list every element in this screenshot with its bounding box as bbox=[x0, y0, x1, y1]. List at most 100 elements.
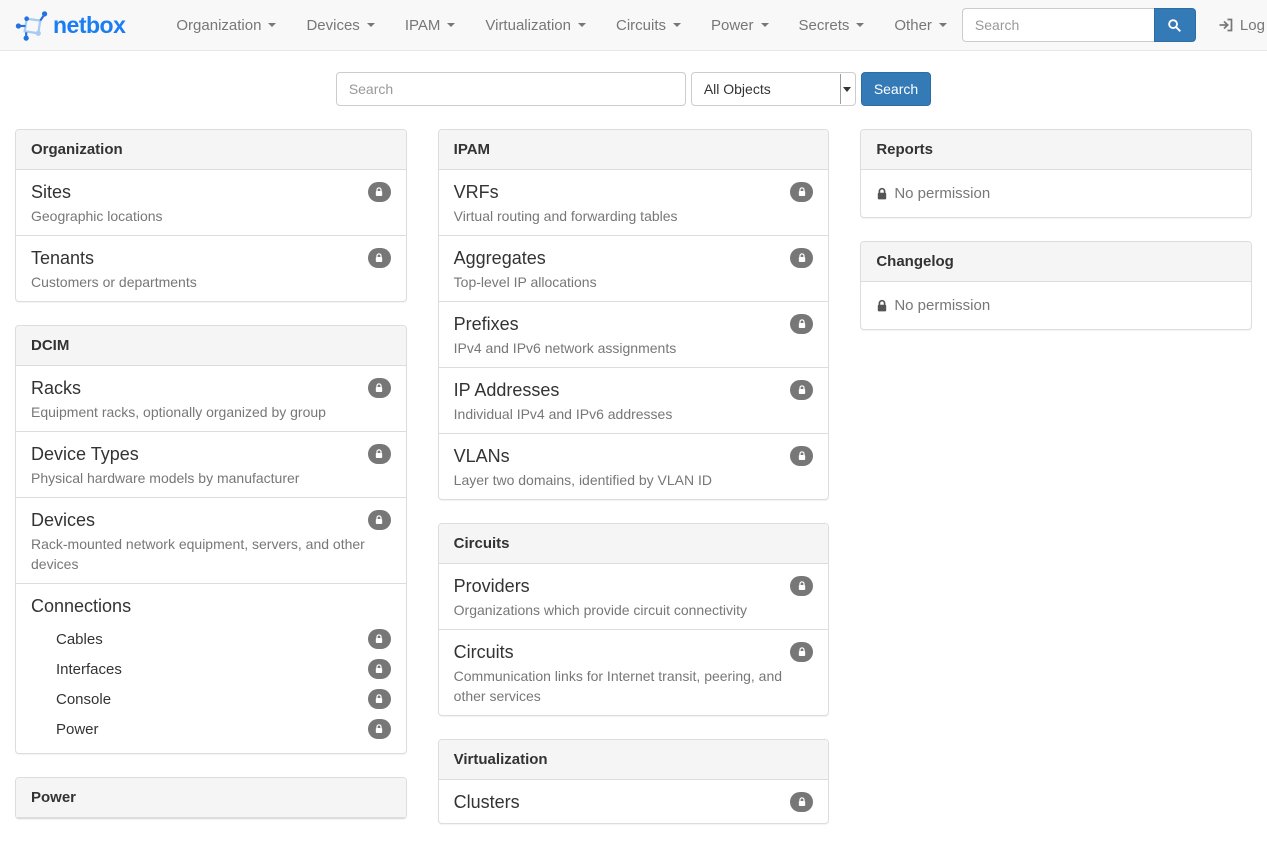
no-permission-row: No permission bbox=[861, 170, 1251, 217]
nav-menu-item-ipam[interactable]: IPAM bbox=[390, 0, 471, 50]
login-label: Log in bbox=[1240, 17, 1267, 34]
lock-icon bbox=[797, 384, 807, 396]
panel-organization: Organization Sites Geographic locations … bbox=[15, 129, 407, 302]
no-permission-row: No permission bbox=[861, 282, 1251, 329]
sub-list-item-interfaces: Interfaces bbox=[31, 654, 391, 684]
panel-reports: Reports No permission bbox=[860, 129, 1252, 218]
lock-badge bbox=[790, 182, 813, 202]
magnifier-icon bbox=[1167, 18, 1182, 33]
lock-icon bbox=[374, 448, 384, 460]
caret-down-icon bbox=[367, 23, 375, 27]
netbox-brand[interactable]: netbox bbox=[15, 10, 125, 41]
caret-down-icon bbox=[939, 23, 947, 27]
panel-title: Virtualization bbox=[439, 740, 829, 780]
select-divider bbox=[840, 74, 841, 104]
lock-badge bbox=[368, 182, 391, 202]
panel-changelog: Changelog No permission bbox=[860, 241, 1252, 330]
global-search-input[interactable] bbox=[336, 72, 686, 106]
lock-badge bbox=[790, 642, 813, 662]
panel-body: Providers Organizations which provide ci… bbox=[439, 564, 829, 715]
panel-body: Racks Equipment racks, optionally organi… bbox=[16, 366, 406, 753]
caret-down-icon bbox=[673, 23, 681, 27]
list-item-ip-addresses: IP Addresses Individual IPv4 and IPv6 ad… bbox=[439, 367, 829, 433]
item-title: Circuits bbox=[454, 640, 814, 664]
panel-body: No permission bbox=[861, 282, 1251, 329]
nav-menu-item-power[interactable]: Power bbox=[696, 0, 784, 50]
list-item-vlans: VLANs Layer two domains, identified by V… bbox=[439, 433, 829, 499]
dashboard-grid: Organization Sites Geographic locations … bbox=[0, 129, 1267, 847]
nav-menu-item-devices[interactable]: Devices bbox=[291, 0, 389, 50]
panel-title: Circuits bbox=[439, 524, 829, 564]
item-description: Customers or departments bbox=[31, 272, 391, 292]
sub-item-label: Interfaces bbox=[56, 661, 122, 678]
nav-menu-label: Organization bbox=[176, 17, 261, 34]
item-title: IP Addresses bbox=[454, 378, 814, 402]
nav-menu-item-circuits[interactable]: Circuits bbox=[601, 0, 696, 50]
panel-virtualization: Virtualization Clusters bbox=[438, 739, 830, 824]
list-item-prefixes: Prefixes IPv4 and IPv6 network assignmen… bbox=[439, 301, 829, 367]
item-description: Physical hardware models by manufacturer bbox=[31, 468, 391, 488]
nav-menu-label: Circuits bbox=[616, 17, 666, 34]
nav-menu-label: Power bbox=[711, 17, 754, 34]
lock-badge bbox=[368, 510, 391, 530]
sub-list-item-cables: Cables bbox=[31, 624, 391, 654]
panel-ipam: IPAM VRFs Virtual routing and forwarding… bbox=[438, 129, 830, 500]
sub-item-label: Console bbox=[56, 691, 111, 708]
panel-title: DCIM bbox=[16, 326, 406, 366]
object-type-selected-value: All Objects bbox=[704, 81, 771, 97]
sub-list-item-power: Power bbox=[31, 714, 391, 744]
lock-icon bbox=[797, 450, 807, 462]
panel-title: Changelog bbox=[861, 242, 1251, 282]
panel-body: VRFs Virtual routing and forwarding tabl… bbox=[439, 170, 829, 499]
item-title: Connections bbox=[31, 594, 391, 618]
lock-icon bbox=[797, 318, 807, 330]
list-item-aggregates: Aggregates Top-level IP allocations bbox=[439, 235, 829, 301]
main-menu: Organization Devices IPAM Virtualization… bbox=[161, 0, 962, 50]
lock-badge bbox=[368, 659, 391, 679]
caret-down-icon bbox=[447, 23, 455, 27]
login-link[interactable]: Log in bbox=[1218, 17, 1267, 34]
object-type-select[interactable]: All Objects bbox=[691, 72, 856, 106]
lock-icon bbox=[374, 663, 384, 675]
netbox-logo-icon bbox=[15, 10, 48, 41]
lock-icon bbox=[797, 580, 807, 592]
lock-icon bbox=[797, 646, 807, 658]
no-permission-label: No permission bbox=[894, 185, 990, 202]
nav-menu-item-other[interactable]: Other bbox=[879, 0, 962, 50]
navbar-search-input[interactable] bbox=[962, 8, 1154, 42]
column-left: Organization Sites Geographic locations … bbox=[15, 129, 407, 842]
lock-icon bbox=[374, 723, 384, 735]
navbar-search-button[interactable] bbox=[1154, 8, 1196, 42]
nav-menu-item-organization[interactable]: Organization bbox=[161, 0, 291, 50]
panel-title: Reports bbox=[861, 130, 1251, 170]
nav-menu-item-virtualization[interactable]: Virtualization bbox=[470, 0, 601, 50]
lock-badge bbox=[368, 378, 391, 398]
lock-icon bbox=[374, 382, 384, 394]
global-search-button[interactable]: Search bbox=[861, 72, 931, 106]
item-title: Devices bbox=[31, 508, 391, 532]
nav-menu-item-secrets[interactable]: Secrets bbox=[784, 0, 880, 50]
list-item-racks: Racks Equipment racks, optionally organi… bbox=[16, 366, 406, 431]
item-description: Layer two domains, identified by VLAN ID bbox=[454, 470, 814, 490]
lock-icon bbox=[374, 186, 384, 198]
lock-icon bbox=[797, 186, 807, 198]
list-item-providers: Providers Organizations which provide ci… bbox=[439, 564, 829, 629]
lock-badge bbox=[790, 576, 813, 596]
panel-body: Clusters bbox=[439, 780, 829, 823]
top-navbar: netbox Organization Devices IPAM Virtual… bbox=[0, 0, 1267, 51]
list-item-devices: Devices Rack-mounted network equipment, … bbox=[16, 497, 406, 583]
lock-badge bbox=[790, 792, 813, 812]
panel-body: No permission bbox=[861, 170, 1251, 217]
lock-icon bbox=[374, 514, 384, 526]
panel-title: IPAM bbox=[439, 130, 829, 170]
panel-circuits: Circuits Providers Organizations which p… bbox=[438, 523, 830, 716]
item-description: Equipment racks, optionally organized by… bbox=[31, 402, 391, 422]
sub-item-label: Power bbox=[56, 721, 99, 738]
item-title: Device Types bbox=[31, 442, 391, 466]
panel-power: Power bbox=[15, 777, 407, 819]
column-middle: IPAM VRFs Virtual routing and forwarding… bbox=[438, 129, 830, 847]
list-item-device-types: Device Types Physical hardware models by… bbox=[16, 431, 406, 497]
caret-down-icon bbox=[268, 23, 276, 27]
list-item-clusters: Clusters bbox=[439, 780, 829, 823]
caret-down-icon bbox=[856, 23, 864, 27]
